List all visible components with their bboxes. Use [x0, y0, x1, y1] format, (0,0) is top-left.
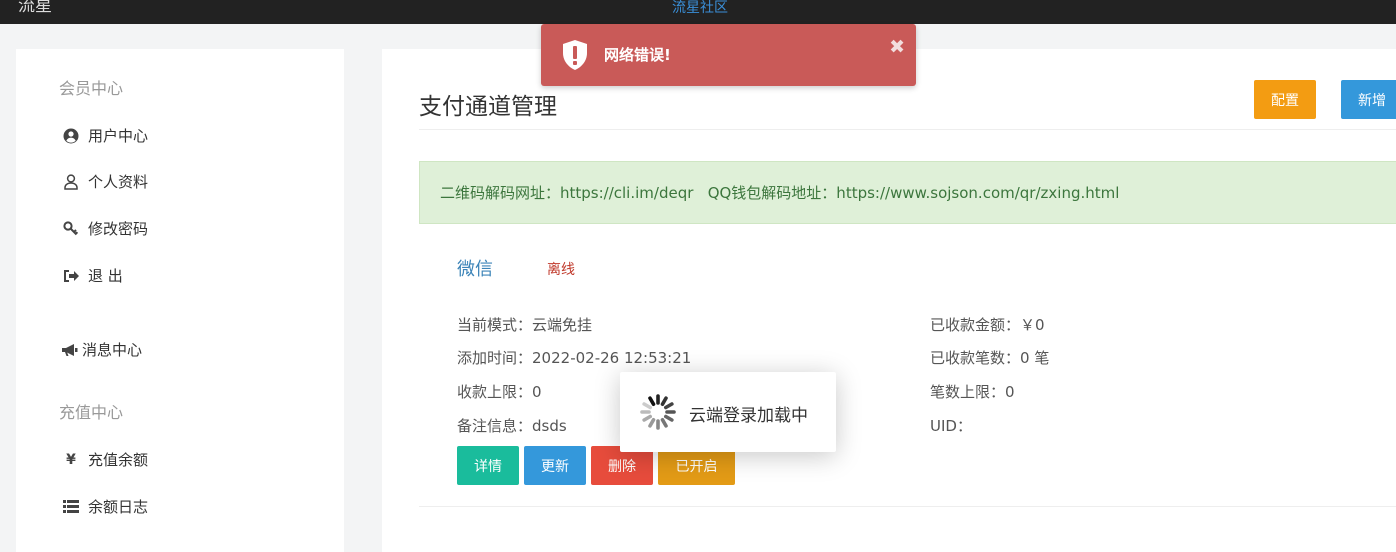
sidebar-item-change-password[interactable]: 修改密码 — [62, 218, 148, 239]
yen-icon: ¥ — [66, 451, 76, 468]
field-label: 收款上限： — [457, 383, 533, 401]
config-button[interactable]: 配置 — [1254, 80, 1316, 119]
close-icon[interactable]: ✖ — [889, 36, 905, 58]
sidebar-item-label: 退 出 — [88, 267, 123, 285]
sidebar-item-logout[interactable]: 退 出 — [62, 265, 123, 286]
loading-dialog: 云端登录加载中 — [620, 372, 836, 452]
field-value: dsds — [532, 417, 567, 435]
sidebar-item-label: 余额日志 — [88, 498, 149, 516]
sidebar-item-label: 个人资料 — [88, 173, 149, 191]
field-remark: 备注信息：dsds — [457, 415, 567, 436]
megaphone-icon — [60, 343, 78, 357]
channel-name[interactable]: 微信 — [457, 255, 493, 281]
field-label: 已收款金额： — [930, 316, 1021, 334]
field-value: 0 — [532, 383, 542, 401]
sign-out-icon — [62, 269, 80, 283]
info-alert: 二维码解码网址：https://cli.im/deqr QQ钱包解码地址：htt… — [419, 161, 1396, 224]
field-receive-limit: 收款上限：0 — [457, 381, 542, 402]
add-button[interactable]: 新增 — [1341, 80, 1396, 119]
sidebar-item-balance-log[interactable]: 余额日志 — [62, 496, 148, 517]
update-button[interactable]: 更新 — [524, 446, 586, 485]
loading-text: 云端登录加载中 — [689, 406, 808, 426]
user-circle-icon — [62, 128, 80, 144]
sidebar-item-label: 充值余额 — [88, 451, 149, 469]
field-count-limit: 笔数上限：0 — [930, 381, 1015, 402]
field-label: UID： — [930, 417, 972, 435]
site-name[interactable]: 流星社区 — [0, 0, 1396, 17]
sidebar: 会员中心 用户中心 个人资料 修改密码 退 出 消息中心 充值中心 ¥ 充值余额 — [16, 49, 344, 552]
field-value: ￥0 — [1020, 316, 1045, 334]
field-mode: 当前模式：云端免挂 — [457, 314, 592, 335]
sidebar-item-message-center[interactable]: 消息中心 — [60, 339, 142, 360]
sidebar-item-label: 用户中心 — [88, 127, 149, 145]
sidebar-item-recharge-balance[interactable]: ¥ 充值余额 — [62, 449, 148, 470]
sidebar-item-profile[interactable]: 个人资料 — [62, 171, 148, 192]
divider — [419, 506, 1396, 507]
field-value: 2022-02-26 12:53:21 — [532, 349, 692, 367]
page-title: 支付通道管理 — [419, 94, 557, 120]
channel-status-badge: 离线 — [547, 262, 575, 278]
field-value: 0 — [1005, 383, 1015, 401]
top-navbar: 流星 流星社区 — [0, 0, 1396, 24]
field-label: 当前模式： — [457, 316, 533, 334]
field-add-time: 添加时间：2022-02-26 12:53:21 — [457, 347, 691, 368]
field-label: 笔数上限： — [930, 383, 1006, 401]
sidebar-item-user-center[interactable]: 用户中心 — [62, 125, 148, 146]
sidebar-item-label: 消息中心 — [82, 341, 143, 359]
field-received-count: 已收款笔数：0 笔 — [930, 347, 1049, 368]
spinner-icon — [638, 392, 678, 432]
field-uid: UID： — [930, 415, 972, 436]
field-value: 云端免挂 — [532, 316, 593, 334]
field-value: 0 笔 — [1020, 349, 1050, 367]
sidebar-item-label: 修改密码 — [88, 220, 149, 238]
sidebar-section-member: 会员中心 — [59, 79, 124, 98]
detail-button[interactable]: 详情 — [457, 446, 519, 485]
field-label: 添加时间： — [457, 349, 533, 367]
user-icon — [62, 173, 80, 190]
field-label: 备注信息： — [457, 417, 533, 435]
sidebar-section-recharge: 充值中心 — [59, 403, 124, 422]
key-icon — [62, 220, 80, 237]
field-label: 已收款笔数： — [930, 349, 1021, 367]
shield-alert-icon — [560, 39, 590, 71]
field-received-amount: 已收款金额：￥0 — [930, 314, 1045, 335]
divider — [419, 129, 1396, 130]
list-icon — [62, 500, 80, 513]
error-toast: 网络错误! ✖ — [541, 24, 916, 86]
toast-message: 网络错误! — [604, 46, 671, 64]
main-panel: 支付通道管理 配置 新增 二维码解码网址：https://cli.im/deqr… — [382, 49, 1396, 552]
